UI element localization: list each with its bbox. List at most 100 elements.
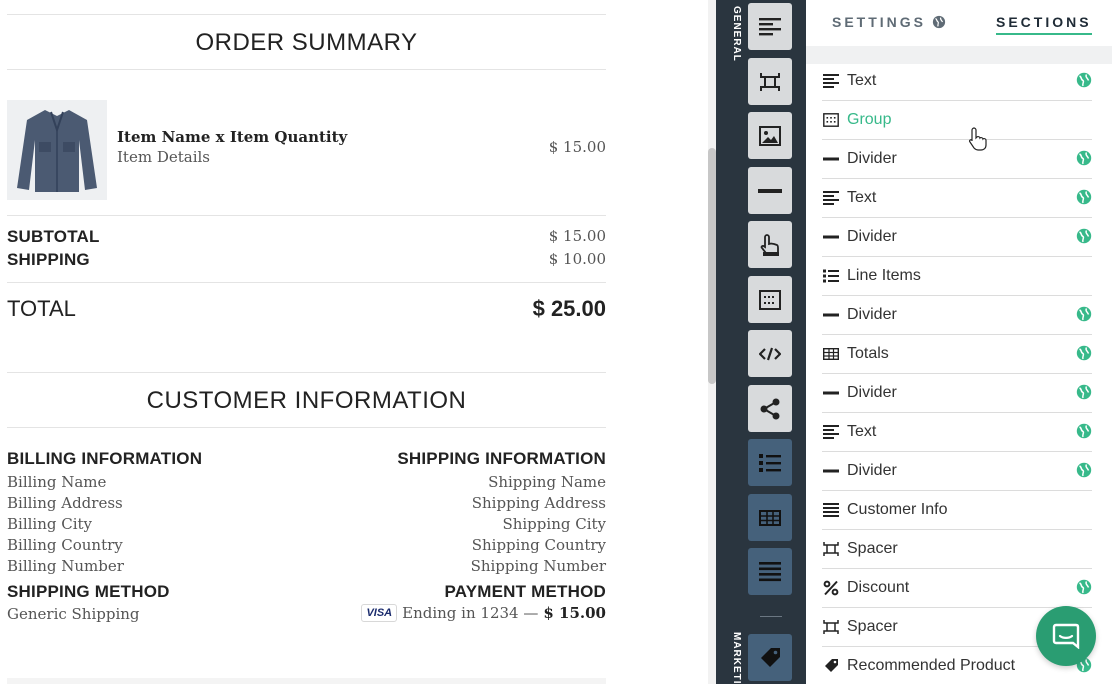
section-list: Text Group Divider Text Divider Line Items Div… <box>822 62 1092 684</box>
section-row-label: Text <box>847 72 877 89</box>
section-row-label: Spacer <box>847 540 898 557</box>
add-html-button[interactable] <box>748 330 792 377</box>
section-row-totals[interactable]: Totals <box>822 335 1092 374</box>
text-icon <box>759 17 781 35</box>
section-row-text[interactable]: Text <box>822 179 1092 218</box>
text-icon <box>822 72 840 90</box>
marketing-label: MARKETI <box>731 632 742 684</box>
email-preview: ORDER SUMMARY Item Name x Item Quantity … <box>0 0 708 684</box>
tag-icon <box>822 657 840 675</box>
section-row-divider[interactable]: Divider <box>822 296 1092 335</box>
billing-lines: Billing Name Billing Address Billing Cit… <box>7 472 124 577</box>
section-row-discount[interactable]: Discount <box>822 569 1092 608</box>
billing-heading: BILLING INFORMATION <box>7 449 203 468</box>
sections-panel: SETTINGS SECTIONS Text Group Divider Text Di… <box>806 0 1112 684</box>
section-row-divider[interactable]: Divider <box>822 374 1092 413</box>
payment-method-row: VISA Ending in 1234 — $ 15.00 <box>361 604 606 622</box>
divider <box>7 282 606 283</box>
spacer-icon <box>822 618 840 636</box>
chat-launcher-button[interactable] <box>1036 606 1096 666</box>
shipping-label: SHIPPING <box>7 250 90 269</box>
shipping-method-value: Generic Shipping <box>7 605 140 623</box>
toolbar-separator <box>760 616 782 617</box>
section-row-divider[interactable]: Divider <box>822 218 1092 257</box>
billing-country: Billing Country <box>7 536 123 554</box>
globe-icon[interactable] <box>1076 384 1092 404</box>
divider-icon <box>822 384 840 402</box>
globe-icon[interactable] <box>1076 423 1092 443</box>
divider <box>7 14 606 15</box>
shipping-country: Shipping Country <box>471 536 606 554</box>
totals-icon <box>822 345 840 363</box>
add-customer-info-button[interactable] <box>748 548 792 595</box>
divider-icon <box>822 228 840 246</box>
subtotal-label: SUBTOTAL <box>7 227 100 246</box>
totals-icon <box>759 509 781 526</box>
add-spacer-button[interactable] <box>748 58 792 105</box>
preview-scrollbar[interactable] <box>708 0 716 684</box>
add-recommended-product-button[interactable] <box>748 634 792 681</box>
add-line-items-button[interactable] <box>748 439 792 486</box>
next-section-edge <box>7 678 606 684</box>
divider <box>7 427 606 428</box>
add-image-button[interactable] <box>748 112 792 159</box>
add-button-button[interactable] <box>748 221 792 268</box>
section-row-label: Divider <box>847 384 897 401</box>
add-group-button[interactable] <box>748 276 792 323</box>
globe-icon[interactable] <box>1076 345 1092 365</box>
scrollbar-thumb[interactable] <box>708 148 716 384</box>
item-name: Item Name x Item Quantity <box>117 128 348 146</box>
image-icon <box>759 125 781 146</box>
shipping-address: Shipping Address <box>471 494 606 512</box>
group-icon <box>759 289 781 310</box>
add-social-button[interactable] <box>748 385 792 432</box>
globe-icon[interactable] <box>1076 306 1092 326</box>
section-row-label: Recommended Product <box>847 657 1016 674</box>
section-row-group[interactable]: Group <box>822 101 1092 140</box>
globe-icon[interactable] <box>1076 150 1092 170</box>
divider <box>7 69 606 70</box>
add-text-button[interactable] <box>748 3 792 50</box>
divider <box>7 372 606 373</box>
add-divider-button[interactable] <box>748 167 792 214</box>
chat-icon <box>1052 623 1080 649</box>
section-row-customer-info[interactable]: Customer Info <box>822 491 1092 530</box>
customer-info-title: CUSTOMER INFORMATION <box>146 387 467 414</box>
globe-icon[interactable] <box>1076 72 1092 92</box>
section-row-text[interactable]: Text <box>822 413 1092 452</box>
globe-icon[interactable] <box>1076 189 1092 209</box>
total-label: TOTAL <box>7 296 76 321</box>
customer-info-icon <box>822 501 840 519</box>
section-row-divider[interactable]: Divider <box>822 452 1092 491</box>
globe-icon[interactable] <box>1076 228 1092 248</box>
globe-icon[interactable] <box>1076 579 1092 599</box>
section-row-label: Line Items <box>847 267 921 284</box>
section-row-text[interactable]: Text <box>822 62 1092 101</box>
section-row-line-items[interactable]: Line Items <box>822 257 1092 296</box>
billing-name: Billing Name <box>7 473 107 491</box>
globe-icon <box>932 15 946 29</box>
tab-settings[interactable]: SETTINGS <box>832 14 946 30</box>
line-items-icon <box>759 453 781 472</box>
visa-card-icon: VISA <box>361 604 398 622</box>
section-row-label: Customer Info <box>847 501 948 518</box>
item-details: Item Details <box>117 148 210 166</box>
section-row-label: Divider <box>847 228 897 245</box>
globe-icon[interactable] <box>1076 462 1092 482</box>
discount-icon <box>822 579 840 597</box>
billing-number: Billing Number <box>7 557 124 575</box>
group-icon <box>822 111 840 129</box>
total-value: $ 25.00 <box>532 296 606 321</box>
section-row-divider[interactable]: Divider <box>822 140 1092 179</box>
section-row-spacer[interactable]: Spacer <box>822 530 1092 569</box>
tab-sections[interactable]: SECTIONS <box>996 14 1092 35</box>
shipping-number: Shipping Number <box>470 557 606 575</box>
section-row-label: Spacer <box>847 618 898 635</box>
payment-text: Ending in 1234 — <box>402 604 539 622</box>
section-row-label: Divider <box>847 306 897 323</box>
section-row-label: Divider <box>847 150 897 167</box>
divider-icon <box>822 150 840 168</box>
add-totals-button[interactable] <box>748 494 792 541</box>
tab-settings-label: SETTINGS <box>832 14 927 30</box>
divider-icon <box>758 188 782 193</box>
